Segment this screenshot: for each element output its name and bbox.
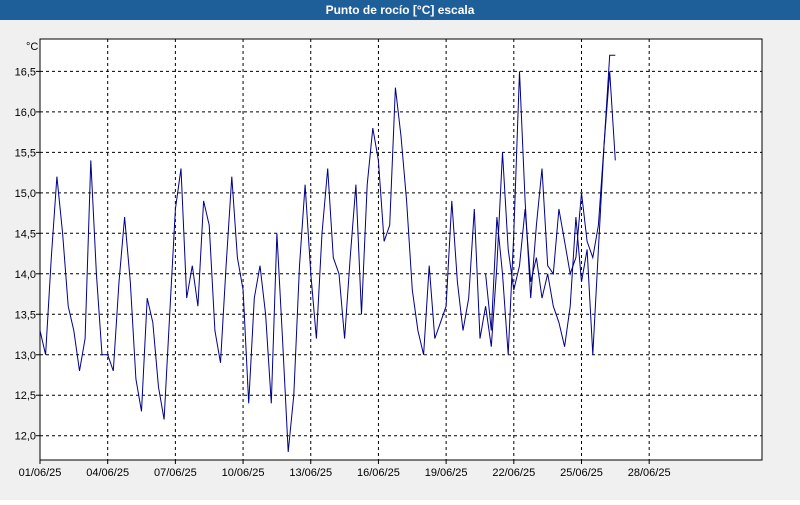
y-tick-label: 16,5 [15, 66, 36, 78]
x-axis: 01/06/25 04/06/25 07/06/25 10/06/25 13/06/25… [19, 460, 671, 479]
x-tick-label: 10/06/25 [222, 467, 265, 479]
y-tick-label: 13,0 [15, 350, 36, 362]
y-axis-label: °C [26, 41, 38, 53]
y-tick-label: 15,0 [15, 188, 36, 200]
x-tick-label: 22/06/25 [492, 467, 535, 479]
plot-background [39, 38, 763, 461]
y-tick-label: 15,5 [15, 147, 36, 159]
x-tick-label: 19/06/25 [425, 467, 468, 479]
x-tick-label: 07/06/25 [154, 467, 197, 479]
y-tick-label: 12,0 [15, 431, 36, 443]
x-tick-label: 28/06/25 [628, 467, 671, 479]
x-tick-label: 25/06/25 [560, 467, 603, 479]
y-axis: 12,0 12,5 13,0 13,5 14,0 14,5 15,0 15,5 16,0 16,5 [15, 66, 40, 443]
chart-title: Punto de rocío [°C] escala [0, 0, 800, 20]
y-tick-label: 13,5 [15, 309, 36, 321]
x-tick-label: 13/06/25 [289, 467, 332, 479]
x-tick-label: 04/06/25 [86, 467, 129, 479]
y-tick-label: 16,0 [15, 107, 36, 119]
y-tick-label: 14,5 [15, 228, 36, 240]
x-tick-label: 01/06/25 [19, 467, 62, 479]
dew-point-chart: 12,0 12,5 13,0 13,5 14,0 14,5 15,0 15,5 16,0 16,5… [15, 38, 763, 479]
x-tick-label: 16/06/25 [357, 467, 400, 479]
y-tick-label: 12,5 [15, 390, 36, 402]
y-tick-label: 14,0 [15, 269, 36, 281]
chart-area: 12,0 12,5 13,0 13,5 14,0 14,5 15,0 15,5 16,0 16,5… [0, 20, 800, 500]
